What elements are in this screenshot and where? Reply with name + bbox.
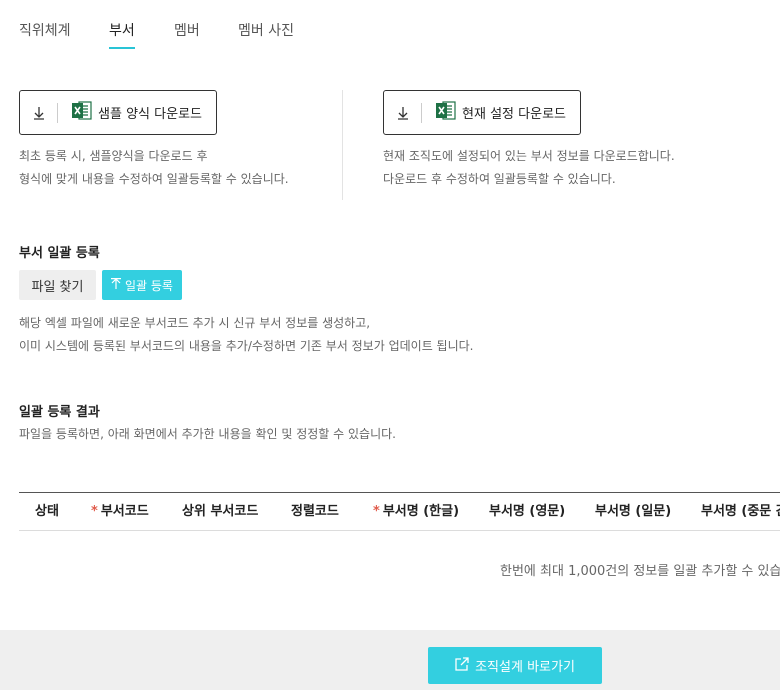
result-table-header: 상태 * 부서코드 상위 부서코드 정렬코드 * 부서명 (한글) 부서명 (영문)…	[19, 492, 780, 531]
current-settings-download-label: 현재 설정 다운로드	[462, 107, 566, 122]
bulk-register-title: 부서 일괄 등록	[19, 246, 100, 261]
bulk-upload-button[interactable]: 일괄 등록	[102, 270, 182, 300]
footer-bar: 조직설계 바로가기	[0, 630, 780, 690]
tab-member-photos[interactable]: 멤버 사진	[238, 20, 294, 48]
find-file-button[interactable]: 파일 찾기	[19, 270, 96, 300]
download-arrow-icon	[384, 106, 421, 120]
download-arrow-icon	[20, 106, 57, 120]
required-mark: *	[373, 504, 380, 519]
go-to-org-design-button[interactable]: 조직설계 바로가기	[428, 647, 602, 684]
excel-icon	[436, 101, 456, 124]
column-header-parent-dept-code[interactable]: 상위 부서코드	[182, 493, 258, 530]
column-header-status[interactable]: 상태	[35, 493, 59, 530]
excel-icon	[72, 101, 92, 124]
sample-download-label: 샘플 양식 다운로드	[98, 107, 202, 122]
bulk-desc-line-1: 해당 엑셀 파일에 새로운 부서코드 추가 시 신규 부서 정보를 생성하고,	[19, 316, 371, 330]
current-desc-line-1: 현재 조직도에 설정되어 있는 부서 정보를 다운로드합니다.	[383, 149, 675, 163]
vertical-divider	[342, 90, 343, 200]
upload-arrow-icon	[111, 277, 121, 293]
bulk-upload-label: 일괄 등록	[125, 278, 173, 293]
tab-department[interactable]: 부서	[109, 20, 135, 49]
result-title: 일괄 등록 결과	[19, 405, 100, 420]
sample-download-button[interactable]: 샘플 양식 다운로드	[19, 90, 217, 135]
required-mark: *	[91, 504, 98, 519]
tab-position-system[interactable]: 직위체계	[19, 20, 71, 48]
current-settings-download-description: 현재 조직도에 설정되어 있는 부서 정보를 다운로드합니다. 다운로드 후 수…	[383, 145, 675, 191]
sample-desc-line-2: 형식에 맞게 내용을 수정하여 일괄등록할 수 있습니다.	[19, 172, 289, 186]
current-settings-download-button[interactable]: 현재 설정 다운로드	[383, 90, 581, 135]
sample-download-description: 최초 등록 시, 샘플양식을 다운로드 후 형식에 맞게 내용을 수정하여 일괄…	[19, 145, 289, 191]
column-header-sort-code[interactable]: 정렬코드	[291, 493, 339, 530]
column-header-dept-name-zh[interactable]: 부서명 (중문 간	[701, 493, 780, 530]
go-to-org-design-label: 조직설계 바로가기	[475, 660, 575, 675]
result-description: 파일을 등록하면, 아래 화면에서 추가한 내용을 확인 및 정정할 수 있습니…	[19, 427, 396, 441]
limit-note: 한번에 최대 1,000건의 정보를 일괄 추가할 수 있습	[500, 564, 780, 579]
column-header-dept-name-ja[interactable]: 부서명 (일문)	[595, 493, 671, 530]
button-divider	[421, 102, 423, 123]
external-link-icon	[455, 656, 469, 675]
tab-members[interactable]: 멤버	[174, 20, 200, 48]
column-header-dept-name-en[interactable]: 부서명 (영문)	[489, 493, 565, 530]
sample-desc-line-1: 최초 등록 시, 샘플양식을 다운로드 후	[19, 149, 208, 163]
bulk-desc-line-2: 이미 시스템에 등록된 부서코드의 내용을 추가/수정하면 기존 부서 정보가 …	[19, 339, 474, 353]
current-desc-line-2: 다운로드 후 수정하여 일괄등록할 수 있습니다.	[383, 172, 616, 186]
column-header-dept-name-ko[interactable]: * 부서명 (한글)	[373, 493, 459, 530]
column-header-dept-code[interactable]: * 부서코드	[91, 493, 149, 530]
button-divider	[57, 102, 59, 123]
bulk-register-description: 해당 엑셀 파일에 새로운 부서코드 추가 시 신규 부서 정보를 생성하고, …	[19, 312, 474, 358]
